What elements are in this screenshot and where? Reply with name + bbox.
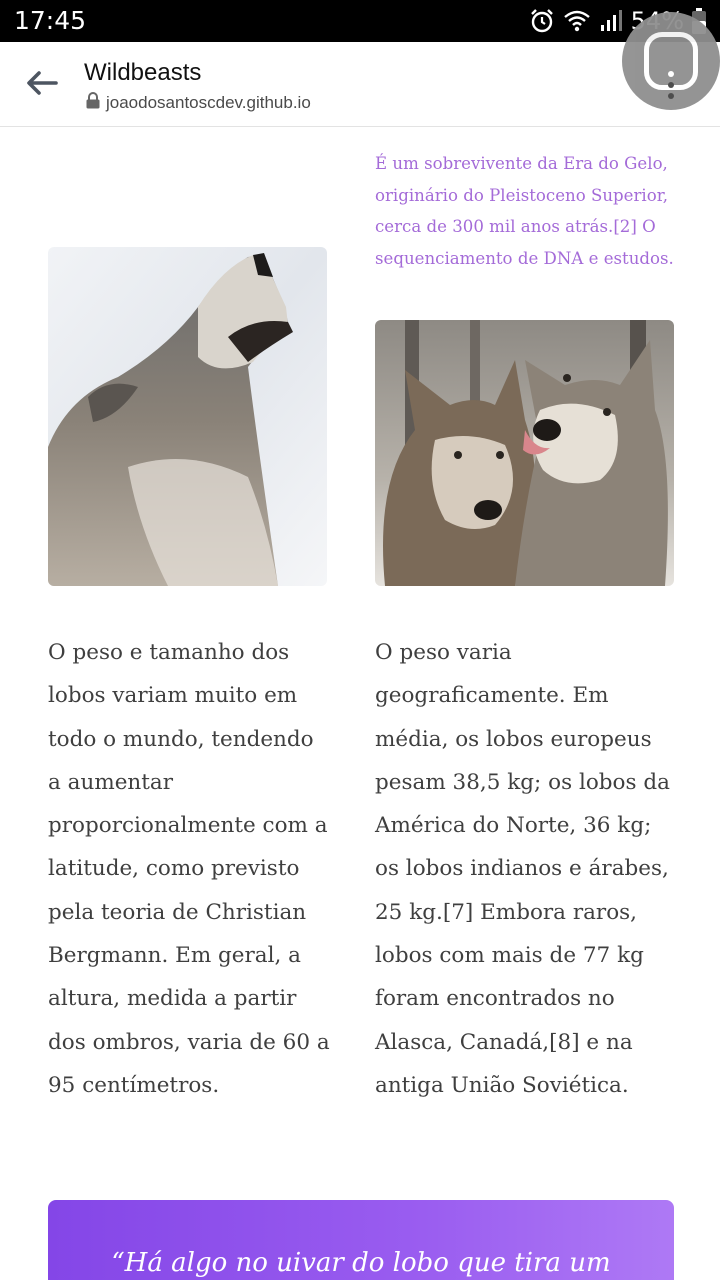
page-title: Wildbeasts (84, 59, 202, 86)
back-arrow-icon (26, 70, 58, 101)
url-text: joaodosantoscdev.github.io (106, 93, 311, 112)
assistant-bubble[interactable] (622, 12, 720, 110)
more-dots-icon (668, 71, 674, 99)
alarm-icon (529, 8, 555, 34)
url-bar[interactable]: joaodosantoscdev.github.io (86, 92, 311, 114)
signal-icon (599, 9, 623, 33)
lock-icon (86, 92, 100, 114)
status-bar: 17:45 54% (0, 0, 720, 42)
paragraph-size: O peso e tamanho dos lobos variam muito … (48, 640, 330, 1098)
howling-wolf-image (48, 247, 327, 586)
quote-card: “Há algo no uivar do lobo que tira um (48, 1200, 674, 1280)
back-button[interactable] (18, 64, 66, 106)
two-wolves-image (375, 320, 674, 586)
wifi-icon (563, 9, 591, 33)
browser-toolbar: Wildbeasts joaodosantoscdev.github.io (0, 42, 720, 127)
paragraph-weight: O peso varia geograficamente. Em média, … (375, 640, 670, 1098)
status-time: 17:45 (14, 6, 87, 35)
quote-text: “Há algo no uivar do lobo que tira um (111, 1248, 611, 1278)
intro-text: É um sobrevivente da Era do Gelo, origin… (375, 154, 674, 268)
